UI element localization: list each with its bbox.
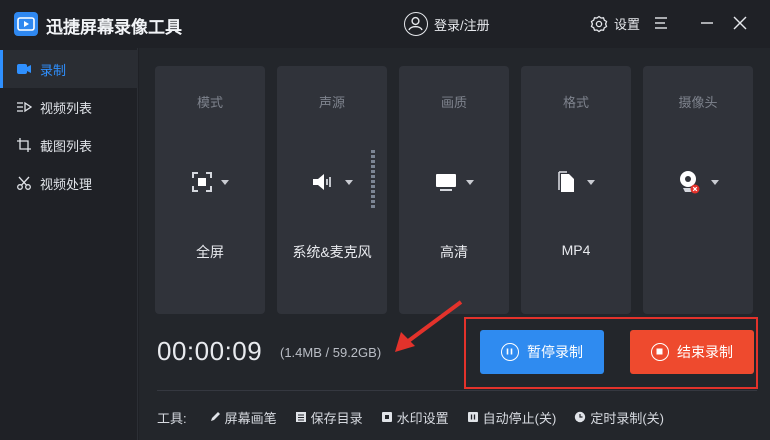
fullscreen-icon <box>192 172 212 192</box>
pen-icon <box>209 411 221 423</box>
chevron-down-icon <box>587 179 595 185</box>
card-audio-source[interactable]: 声源 系统&麦克风 <box>277 66 387 314</box>
chevron-down-icon <box>711 179 719 185</box>
tool-label: 屏幕画笔 <box>224 410 277 426</box>
settings-button[interactable]: 设置 <box>590 14 640 33</box>
app-title: 迅捷屏幕录像工具 <box>46 18 182 37</box>
settings-label: 设置 <box>614 17 641 32</box>
stop-recording-button[interactable]: 结束录制 <box>630 330 754 374</box>
card-webcam[interactable]: 摄像头 <box>643 66 753 314</box>
menu-icon[interactable] <box>652 14 672 34</box>
tools-bar: 工具: 屏幕画笔 保存目录 水印设置 自动停止(关) 定时录制(关) <box>157 408 763 426</box>
recording-size-info: (1.4MB / 59.2GB) <box>280 345 382 360</box>
card-title: 摄像头 <box>678 95 718 110</box>
video-edit-icon <box>16 175 32 191</box>
video-list-icon <box>16 99 32 115</box>
card-title: 模式 <box>196 95 223 110</box>
card-value: 全屏 <box>196 244 224 260</box>
card-value: 高清 <box>440 244 468 260</box>
annotation-arrow-icon <box>395 300 463 352</box>
card-title: 声源 <box>318 95 345 110</box>
card-value: 系统&麦克风 <box>292 244 372 260</box>
tools-label: 工具: <box>157 410 187 426</box>
sidebar-item-label: 截图列表 <box>40 138 93 154</box>
card-format[interactable]: 格式 MP4 <box>521 66 631 314</box>
screenshot-list-icon <box>16 137 32 153</box>
chevron-down-icon <box>345 179 353 185</box>
sidebar-item-label: 视频处理 <box>40 176 93 192</box>
card-icon-wrap <box>155 168 265 196</box>
login-label: 登录/注册 <box>434 17 490 33</box>
sidebar-item-record[interactable]: 录制 <box>0 50 138 88</box>
tool-label: 自动停止(关) <box>482 410 557 426</box>
tool-auto-stop[interactable]: 自动停止(关) <box>467 408 557 427</box>
sidebar-item-video-list[interactable]: 视频列表 <box>0 88 138 126</box>
card-value: MP4 <box>561 242 591 258</box>
volume-level-meter <box>371 150 375 210</box>
login-button[interactable]: 登录/注册 <box>404 12 490 36</box>
speaker-icon <box>313 174 331 190</box>
file-icon <box>558 171 574 192</box>
stop-icon <box>651 343 669 361</box>
stop-recording-label: 结束录制 <box>677 344 733 360</box>
recording-timer: 00:00:09 <box>157 336 263 366</box>
tool-scheduled-recording[interactable]: 定时录制(关) <box>574 408 664 427</box>
card-icon-wrap <box>643 168 753 196</box>
sidebar-item-label: 视频列表 <box>40 100 93 116</box>
card-title: 格式 <box>562 95 589 110</box>
watermark-icon <box>381 411 393 423</box>
card-icon-wrap <box>521 168 631 196</box>
auto-stop-icon <box>467 411 479 423</box>
tool-save-directory[interactable]: 保存目录 <box>295 408 363 427</box>
card-mode[interactable]: 模式 全屏 <box>155 66 265 314</box>
video-camera-icon <box>16 61 32 77</box>
record-panel: 模式 全屏 声源 系统&麦克风 画质 高清 格式 MP4 摄像头 00:00:0… <box>139 48 770 440</box>
sidebar-item-video-edit[interactable]: 视频处理 <box>0 164 138 202</box>
pause-recording-button[interactable]: 暂停录制 <box>480 330 604 374</box>
tool-label: 定时录制(关) <box>590 410 665 426</box>
card-quality[interactable]: 画质 高清 <box>399 66 509 314</box>
app-logo-icon <box>14 12 38 36</box>
close-icon[interactable] <box>731 14 751 34</box>
chevron-down-icon <box>221 179 229 185</box>
sidebar-item-screenshot-list[interactable]: 截图列表 <box>0 126 138 164</box>
gear-icon <box>590 15 608 32</box>
sidebar-item-label: 录制 <box>40 62 67 78</box>
user-icon <box>404 12 428 36</box>
chevron-down-icon <box>466 179 474 185</box>
title-bar: 迅捷屏幕录像工具 登录/注册 设置 <box>0 0 770 48</box>
pause-recording-label: 暂停录制 <box>527 344 583 360</box>
tool-label: 保存目录 <box>310 410 363 426</box>
folder-icon <box>295 411 307 423</box>
card-icon-wrap <box>399 168 509 196</box>
monitor-icon <box>436 174 456 191</box>
tool-label: 水印设置 <box>396 410 449 426</box>
card-title: 画质 <box>440 95 467 110</box>
minimize-icon[interactable] <box>698 14 718 34</box>
tool-watermark-settings[interactable]: 水印设置 <box>381 408 449 427</box>
sidebar: 录制 视频列表 截图列表 视频处理 <box>0 48 138 440</box>
clock-icon <box>574 411 586 423</box>
pause-icon <box>501 343 519 361</box>
tool-screen-pen[interactable]: 屏幕画笔 <box>209 408 277 427</box>
divider <box>157 390 757 391</box>
webcam-off-icon <box>680 171 700 194</box>
